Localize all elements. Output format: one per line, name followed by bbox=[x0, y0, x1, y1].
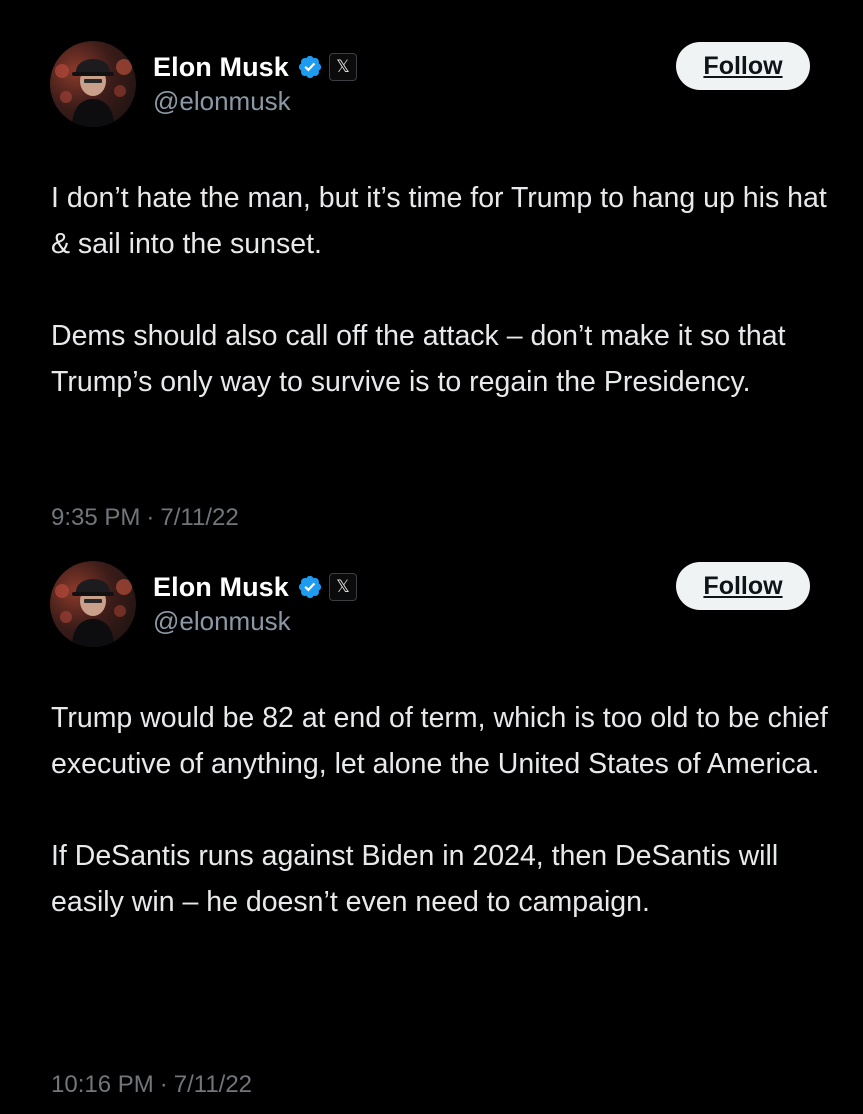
tweet-text: I don’t hate the man, but it’s time for … bbox=[51, 175, 831, 405]
tweet-paragraph: I don’t hate the man, but it’s time for … bbox=[51, 182, 827, 260]
author-name-row: Elon Musk 𝕏 bbox=[153, 570, 357, 604]
author-name[interactable]: Elon Musk bbox=[153, 572, 289, 603]
author-name-row: Elon Musk 𝕏 bbox=[153, 50, 357, 84]
tweet-paragraph: Dems should also call off the attack – d… bbox=[51, 320, 786, 398]
tweet-timestamp[interactable]: 10:16 PM · 7/11/22 bbox=[51, 1071, 252, 1099]
tweet-card: Elon Musk 𝕏 @elonmusk Follow Trump would… bbox=[0, 558, 863, 1098]
tweet-header: Elon Musk 𝕏 @elonmusk Follow bbox=[0, 558, 863, 654]
follow-button[interactable]: Follow bbox=[676, 562, 810, 610]
x-logo-icon[interactable]: 𝕏 bbox=[328, 573, 357, 601]
x-logo-icon[interactable]: 𝕏 bbox=[328, 53, 357, 81]
tweet-paragraph: If DeSantis runs against Biden in 2024, … bbox=[51, 840, 779, 918]
tweet-timestamp[interactable]: 9:35 PM · 7/11/22 bbox=[51, 504, 239, 532]
verified-badge-icon[interactable] bbox=[297, 54, 323, 80]
author-name[interactable]: Elon Musk bbox=[153, 52, 289, 83]
tweet-date: 7/11/22 bbox=[160, 504, 239, 531]
author-handle[interactable]: @elonmusk bbox=[153, 86, 291, 117]
tweet-paragraph: Trump would be 82 at end of term, which … bbox=[51, 702, 828, 780]
tweet-text: Trump would be 82 at end of term, which … bbox=[51, 695, 831, 925]
tweet-time: 10:16 PM bbox=[51, 1071, 154, 1098]
author-handle[interactable]: @elonmusk bbox=[153, 606, 291, 637]
separator-dot: · bbox=[146, 504, 155, 531]
tweet-time: 9:35 PM bbox=[51, 504, 141, 531]
avatar[interactable] bbox=[50, 561, 136, 647]
tweet-header: Elon Musk 𝕏 @elonmusk Follow bbox=[0, 38, 863, 134]
verified-badge-icon[interactable] bbox=[297, 574, 323, 600]
follow-button[interactable]: Follow bbox=[676, 42, 810, 90]
tweet-date: 7/11/22 bbox=[173, 1071, 253, 1098]
avatar[interactable] bbox=[50, 41, 136, 127]
tweet-card: Elon Musk 𝕏 @elonmusk Follow I don’t hat… bbox=[0, 38, 863, 531]
separator-dot: · bbox=[159, 1071, 168, 1098]
